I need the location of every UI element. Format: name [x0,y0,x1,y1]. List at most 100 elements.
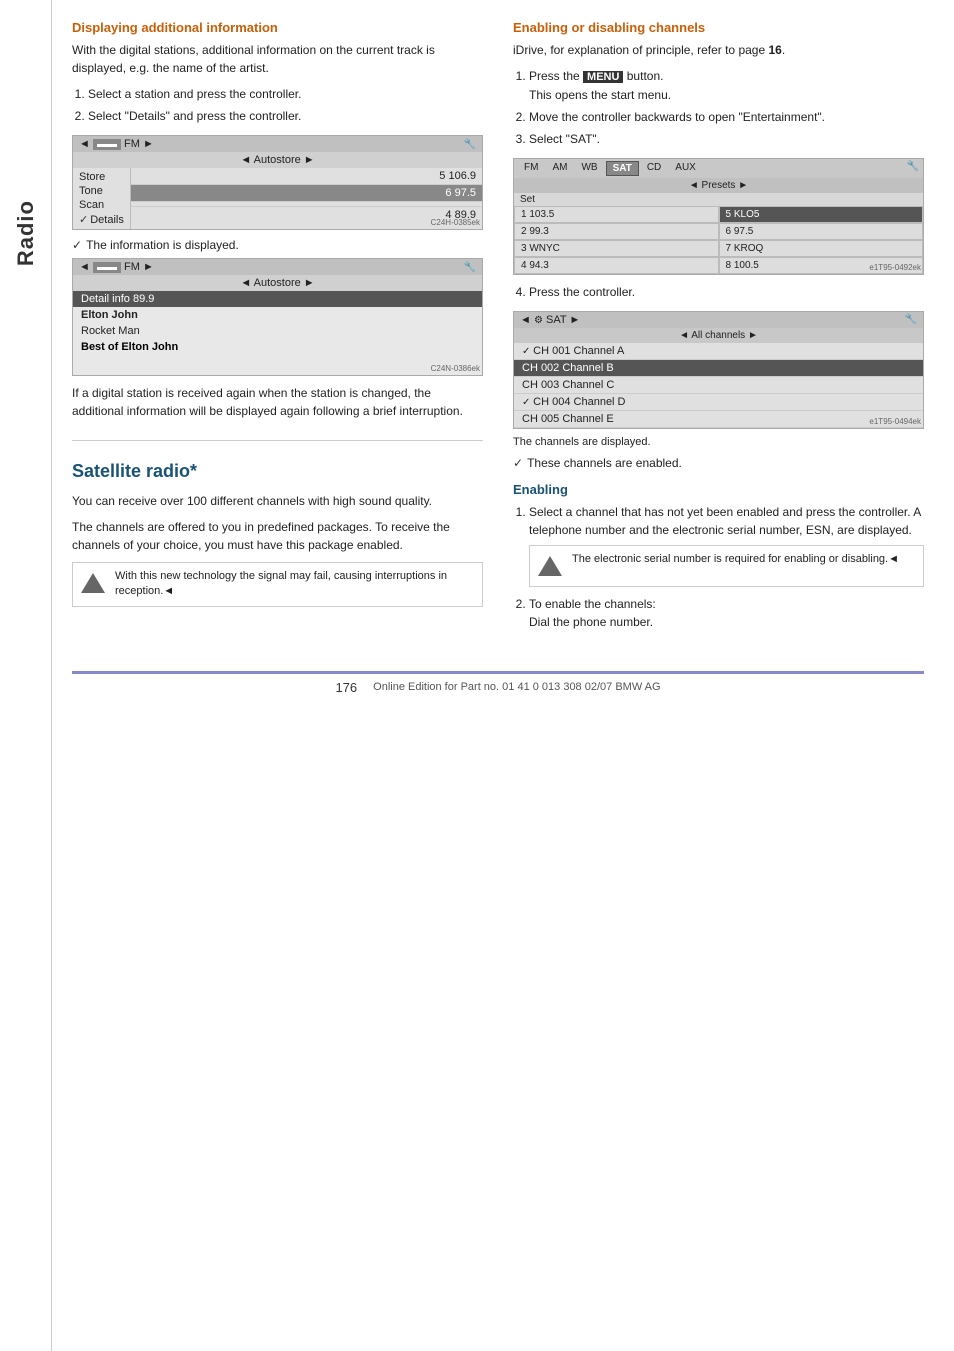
enabling-sub-steps: Select a channel that has not yet been e… [513,503,924,631]
enabling-sub-section: Enabling Select a channel that has not y… [513,482,924,631]
screen-icon-2: 🔧 [464,262,476,273]
triangle-icon [81,573,105,593]
satellite-radio-section: Satellite radio* You can receive over 10… [72,440,483,607]
nav-left-1: ◄ ▬▬ FM ► [79,138,154,150]
sat-tab-bar: FM AM WB SAT CD AUX 🔧 [514,159,923,178]
menu-keyword: MENU [583,71,623,83]
check-icon-caption: ✓ [72,238,82,252]
enabling-step-2: Move the controller backwards to open "E… [529,108,924,126]
sat-cell-2-1: 2 99.3 [514,223,719,240]
step-2: Select "Details" and press the controlle… [88,107,483,125]
enabling-steps: Press the MENU button. This opens the st… [513,67,924,148]
section-divider [72,440,483,441]
sat-screen: FM AM WB SAT CD AUX 🔧 ◄ Presets ► Set 1 … [513,158,924,275]
menu-store: Store [79,170,124,184]
fm-screen-1: ◄ ▬▬ FM ► 🔧 ◄ Autostore ► Store Tone Sca… [72,135,483,230]
menu-scan: Scan [79,198,124,212]
enabling-step-3: Select "SAT". [529,130,924,148]
enabling-note-box: The electronic serial number is required… [529,545,924,587]
two-column-layout: Displaying additional information With t… [72,20,924,641]
footer-text: Online Edition for Part no. 01 41 0 013 … [373,681,660,693]
caption-enabled: ✓ These channels are enabled. [513,456,924,470]
sat-cell-4-1: 4 94.3 [514,257,719,274]
caption-enabled-text: These channels are enabled. [527,456,682,470]
page-footer: 176 Online Edition for Part no. 01 41 0 … [72,671,924,695]
enabling-body-1: iDrive, for explanation of principle, re… [513,41,924,59]
enabling-step-4: Press the controller. [529,283,924,301]
triangle-container-2 [536,552,564,580]
check-icon-1: ✓ [79,213,88,226]
sat-presets-bar: ◄ Presets ► [514,178,923,193]
tab-am: AM [546,161,573,176]
sat-cell-3-2: 7 KROQ [719,240,924,257]
body-text-displaying: With the digital stations, additional in… [72,41,483,77]
sidebar: Radio [0,0,52,1351]
channel-icon: 🔧 [905,314,917,325]
enabling-note-text: The electronic serial number is required… [572,552,899,567]
screen-watermark-1: C24H-0385ek [431,218,480,227]
menu-col: Store Tone Scan ✓Details [73,168,131,229]
right-column: Enabling or disabling channels iDrive, f… [513,20,924,641]
section-title-enabling: Enabling or disabling channels [513,20,924,35]
screen-icon-1: 🔧 [464,139,476,150]
channel-top-bar: ◄ ⚙ SAT ► 🔧 [514,312,923,328]
sat-cell-1-2: 5 KLO5 [719,206,924,223]
fm-menu-area: Store Tone Scan ✓Details 5 106.9 6 97.5 [73,168,482,229]
channel-row-2: CH 002 Channel B [514,360,923,377]
tab-cd: CD [641,161,667,176]
tab-wb: WB [575,161,603,176]
detail-info-row: Detail info 89.9 [73,291,482,307]
screen-watermark-2: C24N-0386ek [431,364,480,373]
screen2-spacer [73,355,482,375]
album-name: Best of Elton John [73,339,482,355]
song-name: Rocket Man [73,323,482,339]
channel-row-3: CH 003 Channel C [514,377,923,394]
satellite-body-2: The channels are offered to you in prede… [72,518,483,554]
section-title-displaying: Displaying additional information [72,20,483,35]
triangle-icon-2 [538,556,562,576]
sat-screen-icon: 🔧 [907,161,919,176]
section-enabling-channels: Enabling or disabling channels iDrive, f… [513,20,924,470]
channel-row-4: CH 004 Channel D [514,394,923,411]
channel-watermark: e1T95-0494ek [869,417,921,426]
fm-top-bar-2: ◄ ▬▬ FM ► 🔧 [73,259,482,275]
fm-top-bar-1: ◄ ▬▬ FM ► 🔧 [73,136,482,152]
steps-list-1: Select a station and press the controlle… [72,85,483,125]
left-column: Displaying additional information With t… [72,20,483,641]
channel-nav: ◄ ⚙ SAT ► [520,314,580,326]
freq-row-1: 5 106.9 [131,168,482,185]
enabling-step-1: Press the MENU button. This opens the st… [529,67,924,104]
enabling-sub-step-2: To enable the channels:Dial the phone nu… [529,595,924,631]
main-content: Displaying additional information With t… [52,0,954,1351]
tab-fm: FM [518,161,544,176]
step-1: Select a station and press the controlle… [88,85,483,103]
sat-cell-1-1: 1 103.5 [514,206,719,223]
sat-cell-3-1: 3 WNYC [514,240,719,257]
channel-sub-bar: ◄ All channels ► [514,328,923,343]
caption-channels: The channels are displayed. [513,435,924,450]
enabling-title: Enabling [513,482,924,497]
page-number: 176 [335,680,357,695]
fm-screen-2: ◄ ▬▬ FM ► 🔧 ◄ Autostore ► Detail info 89… [72,258,483,376]
tab-aux: AUX [669,161,702,176]
menu-tone: Tone [79,184,124,198]
sat-set-row: Set [514,193,923,206]
after-text: If a digital station is received again w… [72,384,483,420]
channel-screen: ◄ ⚙ SAT ► 🔧 ◄ All channels ► CH 001 Chan… [513,311,924,429]
section-displaying-info: Displaying additional information With t… [72,20,483,420]
step-4-list: Press the controller. [513,283,924,301]
sidebar-label: Radio [13,200,39,266]
nav-left-2: ◄ ▬▬ FM ► [79,261,154,273]
satellite-body-1: You can receive over 100 different chann… [72,492,483,510]
satellite-note-box: With this new technology the signal may … [72,562,483,607]
check-icon-enabled: ✓ [513,456,523,470]
note-text: With this new technology the signal may … [115,569,476,600]
sat-grid: 1 103.5 5 KLO5 2 99.3 6 97.5 3 WNYC 7 KR… [514,206,923,274]
artist-name: Elton John [73,307,482,323]
fm-sub-bar-1: ◄ Autostore ► [73,152,482,168]
channel-row-5: CH 005 Channel E [514,411,923,428]
enabling-sub-step-1: Select a channel that has not yet been e… [529,503,924,587]
freq-row-4: 4 89.9 [131,207,482,223]
menu-details: ✓Details [79,212,124,227]
sat-cell-2-2: 6 97.5 [719,223,924,240]
